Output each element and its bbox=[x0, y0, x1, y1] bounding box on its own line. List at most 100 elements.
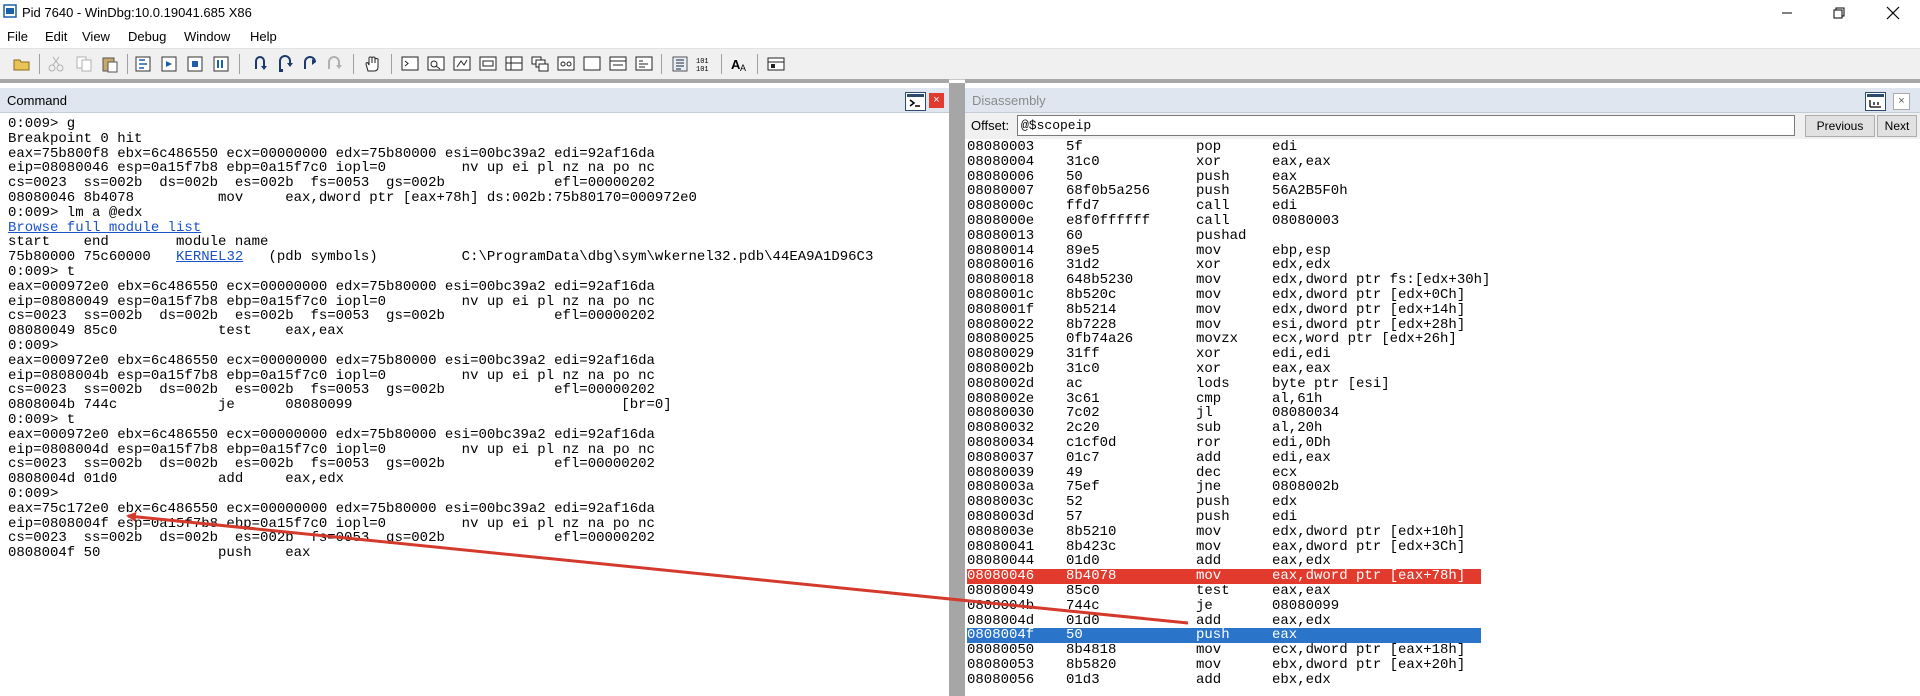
minimize-button[interactable] bbox=[1764, 0, 1810, 26]
menu-debug[interactable]: Debug bbox=[128, 29, 166, 44]
menu-file[interactable]: File bbox=[7, 29, 28, 44]
step-over-icon[interactable] bbox=[277, 55, 295, 73]
selected-instruction-row[interactable]: 0808004f 50 push eax bbox=[967, 628, 1920, 644]
cut-icon[interactable] bbox=[47, 55, 65, 73]
run-to-cursor-icon[interactable] bbox=[325, 55, 343, 73]
command-window-icon[interactable] bbox=[401, 55, 419, 73]
disassembly-row[interactable]: 08080006 50 push eax bbox=[967, 168, 1920, 185]
font-icon[interactable]: AA bbox=[731, 55, 749, 73]
instruction-bytes: 31c0 bbox=[1066, 153, 1100, 170]
disassembly-row[interactable]: 08080013 60 pushad bbox=[967, 228, 1920, 244]
menu-edit[interactable]: Edit bbox=[45, 29, 67, 44]
disassembly-row[interactable]: 0808003c 52 push edx bbox=[967, 495, 1920, 510]
break-icon[interactable] bbox=[213, 55, 231, 73]
disassembly-row[interactable]: 0808002b 31c0 xor eax,eax bbox=[967, 362, 1920, 377]
registers-icon[interactable] bbox=[479, 55, 497, 73]
browse-module-list-link[interactable]: Browse full module list bbox=[8, 220, 946, 236]
disassembly-listing[interactable]: 08080003 5f pop edi 08080004 31c0 xor eax,eax 08… bbox=[967, 140, 1920, 696]
line-numbers-icon[interactable]: 101101 bbox=[695, 55, 713, 73]
source-mode-icon[interactable] bbox=[635, 55, 653, 73]
instruction-operands: edx bbox=[1272, 494, 1298, 511]
watch-icon[interactable] bbox=[427, 55, 445, 73]
disassembly-row[interactable]: 08080025 0fb74a26 movzx ecx,word ptr [edx+2… bbox=[967, 332, 1920, 347]
disassembly-window-icon[interactable] bbox=[1865, 92, 1886, 111]
command-close-button[interactable]: × bbox=[929, 93, 944, 108]
disassembly-row[interactable]: 0808000e e8f0ffffff call 08080003 bbox=[967, 214, 1920, 229]
hand-icon[interactable] bbox=[363, 55, 381, 73]
locals-icon[interactable] bbox=[453, 55, 471, 73]
instruction-address: 08080044 bbox=[967, 553, 1035, 570]
disassembly-row[interactable]: 08080016 31d2 xor edx,edx bbox=[967, 258, 1920, 273]
hex-mode-icon[interactable] bbox=[671, 55, 689, 73]
disassembly-row[interactable]: 0808003a 75ef jne 0808002b bbox=[967, 480, 1920, 495]
disassembly-row[interactable]: 08080007 68f0b5a256 push 56A2B5F0h bbox=[967, 184, 1920, 199]
disassembly-row[interactable]: 0808002d ac lods byte ptr [esi] bbox=[967, 376, 1920, 392]
stop-debugging-icon[interactable] bbox=[187, 55, 205, 73]
instruction-mnemonic: je bbox=[1196, 597, 1213, 614]
disassembly-row[interactable]: 08080037 01c7 add edi,eax bbox=[967, 450, 1920, 466]
disassembly-close-button[interactable]: × bbox=[1893, 93, 1910, 110]
command-window-icon[interactable] bbox=[905, 92, 926, 111]
disassembly-row[interactable]: 08080030 7c02 jl 08080034 bbox=[967, 406, 1920, 421]
command-output[interactable]: 0:009> g Breakpoint 0 hit eax=75b800f8 ebx… bbox=[8, 117, 946, 696]
close-window-button[interactable] bbox=[1870, 0, 1916, 26]
disassembly-row[interactable]: 0808003e 8b5210 mov edx,dword ptr [edx+10h] bbox=[967, 524, 1920, 540]
instruction-address: 08080041 bbox=[967, 538, 1035, 555]
disassembly-row[interactable]: 08080056 01d3 add ebx,edx bbox=[967, 672, 1920, 688]
menu-view[interactable]: View bbox=[82, 29, 110, 44]
disassembly-row[interactable]: 08080053 8b5820 mov ebx,dword ptr [eax+20h] bbox=[967, 658, 1920, 673]
instruction-mnemonic: mov bbox=[1196, 538, 1222, 555]
next-button[interactable]: Next bbox=[1877, 115, 1917, 137]
command-output-line: 0:009> bbox=[8, 337, 59, 354]
disassembly-row[interactable]: 08080032 2c20 sub al,20h bbox=[967, 421, 1920, 436]
instruction-address: 0808003d bbox=[967, 508, 1035, 525]
instruction-bytes: 68f0b5a256 bbox=[1066, 183, 1151, 200]
disassembly-row[interactable]: 08080039 49 dec ecx bbox=[967, 465, 1920, 481]
offset-input[interactable] bbox=[1017, 115, 1795, 136]
disassembly-row[interactable]: 08080044 01d0 add eax,edx bbox=[967, 554, 1920, 569]
disassembly-row[interactable]: 08080003 5f pop edi bbox=[967, 140, 1920, 155]
copy-icon[interactable] bbox=[75, 55, 93, 73]
disassembly-row[interactable]: 0808000c ffd7 call edi bbox=[967, 199, 1920, 214]
menu-help[interactable]: Help bbox=[250, 29, 277, 44]
disassembly-row[interactable]: 08080041 8b423c mov eax,dword ptr [edx+3Ch] bbox=[967, 538, 1920, 555]
instruction-address: 08080006 bbox=[967, 168, 1035, 185]
disassembly-row[interactable]: 08080004 31c0 xor eax,eax bbox=[967, 153, 1920, 170]
previous-button[interactable]: Previous bbox=[1805, 115, 1875, 137]
disassembly-row[interactable]: 08080014 89e5 mov ebp,esp bbox=[967, 243, 1920, 259]
disassembly-row[interactable]: 0808002e 3c61 cmp al,61h bbox=[967, 391, 1920, 407]
restart-icon[interactable] bbox=[161, 55, 179, 73]
menu-window[interactable]: Window bbox=[184, 29, 230, 44]
disassembly-row[interactable]: 0808003d 57 push edi bbox=[967, 510, 1920, 525]
disassembly-row[interactable]: 08080050 8b4818 mov ecx,dword ptr [eax+18h] bbox=[967, 643, 1920, 658]
call-stack-icon[interactable] bbox=[531, 55, 549, 73]
restore-button[interactable] bbox=[1816, 0, 1862, 26]
options-icon[interactable] bbox=[767, 55, 785, 73]
step-into-icon[interactable] bbox=[253, 55, 271, 73]
instruction-address: 08080032 bbox=[967, 420, 1035, 437]
paste-icon[interactable] bbox=[101, 55, 119, 73]
disassembly-row[interactable]: 08080018 648b5230 mov edx,dword ptr fs:[edx… bbox=[967, 273, 1920, 288]
close-icon bbox=[1886, 6, 1900, 20]
disassembly-row[interactable]: 08080049 85c0 test eax,eax bbox=[967, 584, 1920, 599]
pane-splitter[interactable] bbox=[949, 83, 965, 696]
disassembly-icon[interactable] bbox=[557, 55, 575, 73]
instruction-mnemonic: mov bbox=[1196, 286, 1222, 303]
disassembly-row[interactable]: 0808001c 8b520c mov edx,dword ptr [edx+0Ch] bbox=[967, 288, 1920, 303]
kernel32-link[interactable]: KERNEL32 bbox=[176, 249, 243, 265]
scratch-pad-icon[interactable] bbox=[583, 55, 601, 73]
disassembly-row[interactable]: 0808001f 8b5214 mov edx,dword ptr [edx+14h] bbox=[967, 302, 1920, 318]
go-icon[interactable] bbox=[135, 55, 153, 73]
disassembly-row[interactable]: 08080029 31ff xor edi,edi bbox=[967, 347, 1920, 362]
command-output-line: eip=0808004d esp=0a15f7b8 ebp=0a15f7c0 i… bbox=[8, 441, 655, 458]
disassembly-row[interactable]: 08080022 8b7228 mov esi,dword ptr [edx+28h] bbox=[967, 317, 1920, 333]
disassembly-row[interactable]: 0808004b 744c je 08080099 bbox=[967, 597, 1920, 614]
instruction-operands: edi bbox=[1272, 508, 1298, 525]
current-instruction-row[interactable]: 08080046 8b4078 mov eax,dword ptr [eax+78h] bbox=[967, 569, 1920, 584]
disassembly-row[interactable]: 0808004d 01d0 add eax,edx bbox=[967, 613, 1920, 629]
memory-icon[interactable] bbox=[505, 55, 523, 73]
open-icon[interactable] bbox=[13, 55, 31, 73]
disassembly-row[interactable]: 08080034 c1cf0d ror edi,0Dh bbox=[967, 436, 1920, 451]
processes-icon[interactable] bbox=[609, 55, 627, 73]
step-out-icon[interactable] bbox=[301, 55, 319, 73]
